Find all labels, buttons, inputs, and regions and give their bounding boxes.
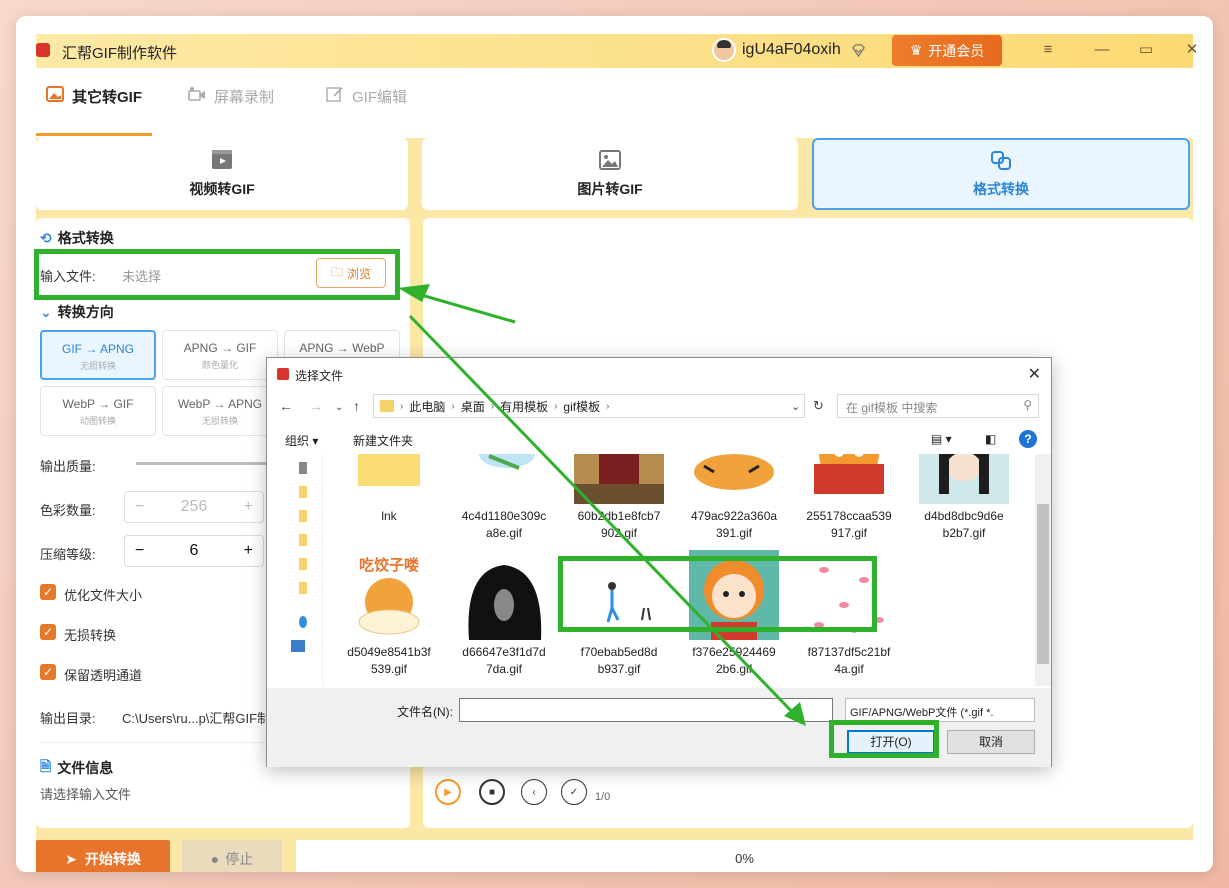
annotation-arrow: [408, 314, 802, 722]
annotation-arrows: [398, 284, 806, 726]
arrow-head: [398, 284, 430, 302]
